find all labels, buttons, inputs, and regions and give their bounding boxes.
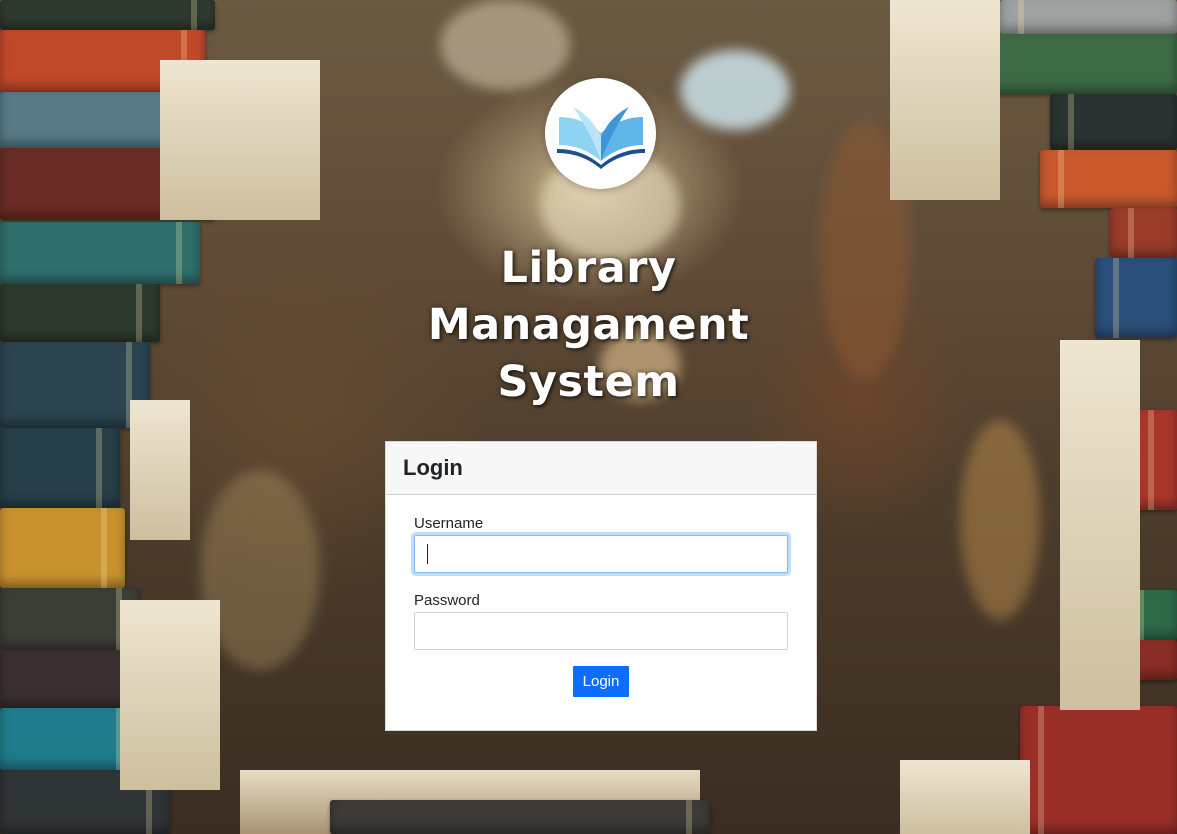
login-button[interactable]: Login	[572, 666, 630, 697]
login-card-header: Login	[386, 442, 816, 495]
password-input[interactable]	[414, 612, 788, 650]
book-spine	[0, 0, 215, 30]
username-label: Username	[414, 515, 484, 532]
book-pages	[890, 0, 1000, 200]
app-logo	[545, 78, 656, 189]
bokeh-light	[440, 0, 570, 90]
login-actions: Login	[414, 666, 788, 697]
book-spine	[0, 588, 140, 650]
username-input[interactable]	[414, 535, 788, 573]
open-book-icon	[556, 106, 645, 169]
username-group: Username	[414, 515, 788, 573]
bokeh-light	[680, 50, 790, 130]
login-card: Login Username Password Login	[385, 441, 817, 731]
book-spine	[1040, 150, 1177, 208]
app-title-text: Library Managament System	[427, 243, 750, 407]
text-caret	[427, 544, 428, 564]
book-spine	[0, 508, 125, 588]
book-pages	[120, 600, 220, 790]
book-pages	[900, 760, 1030, 834]
bokeh-shelf	[960, 420, 1040, 620]
login-form: Username Password Login	[386, 495, 816, 697]
book-spine	[1000, 0, 1177, 34]
book-spine	[970, 34, 1177, 94]
book-spine	[330, 800, 710, 834]
book-pages	[160, 60, 320, 220]
book-spine	[0, 428, 120, 508]
book-spine	[1020, 706, 1177, 834]
book-pages	[130, 400, 190, 540]
page-title: Library Managament System	[0, 240, 1177, 411]
book-spine	[1050, 94, 1177, 150]
password-label: Password	[414, 592, 480, 609]
book-spine	[0, 708, 140, 770]
login-heading: Login	[403, 455, 463, 480]
password-group: Password	[414, 592, 788, 650]
